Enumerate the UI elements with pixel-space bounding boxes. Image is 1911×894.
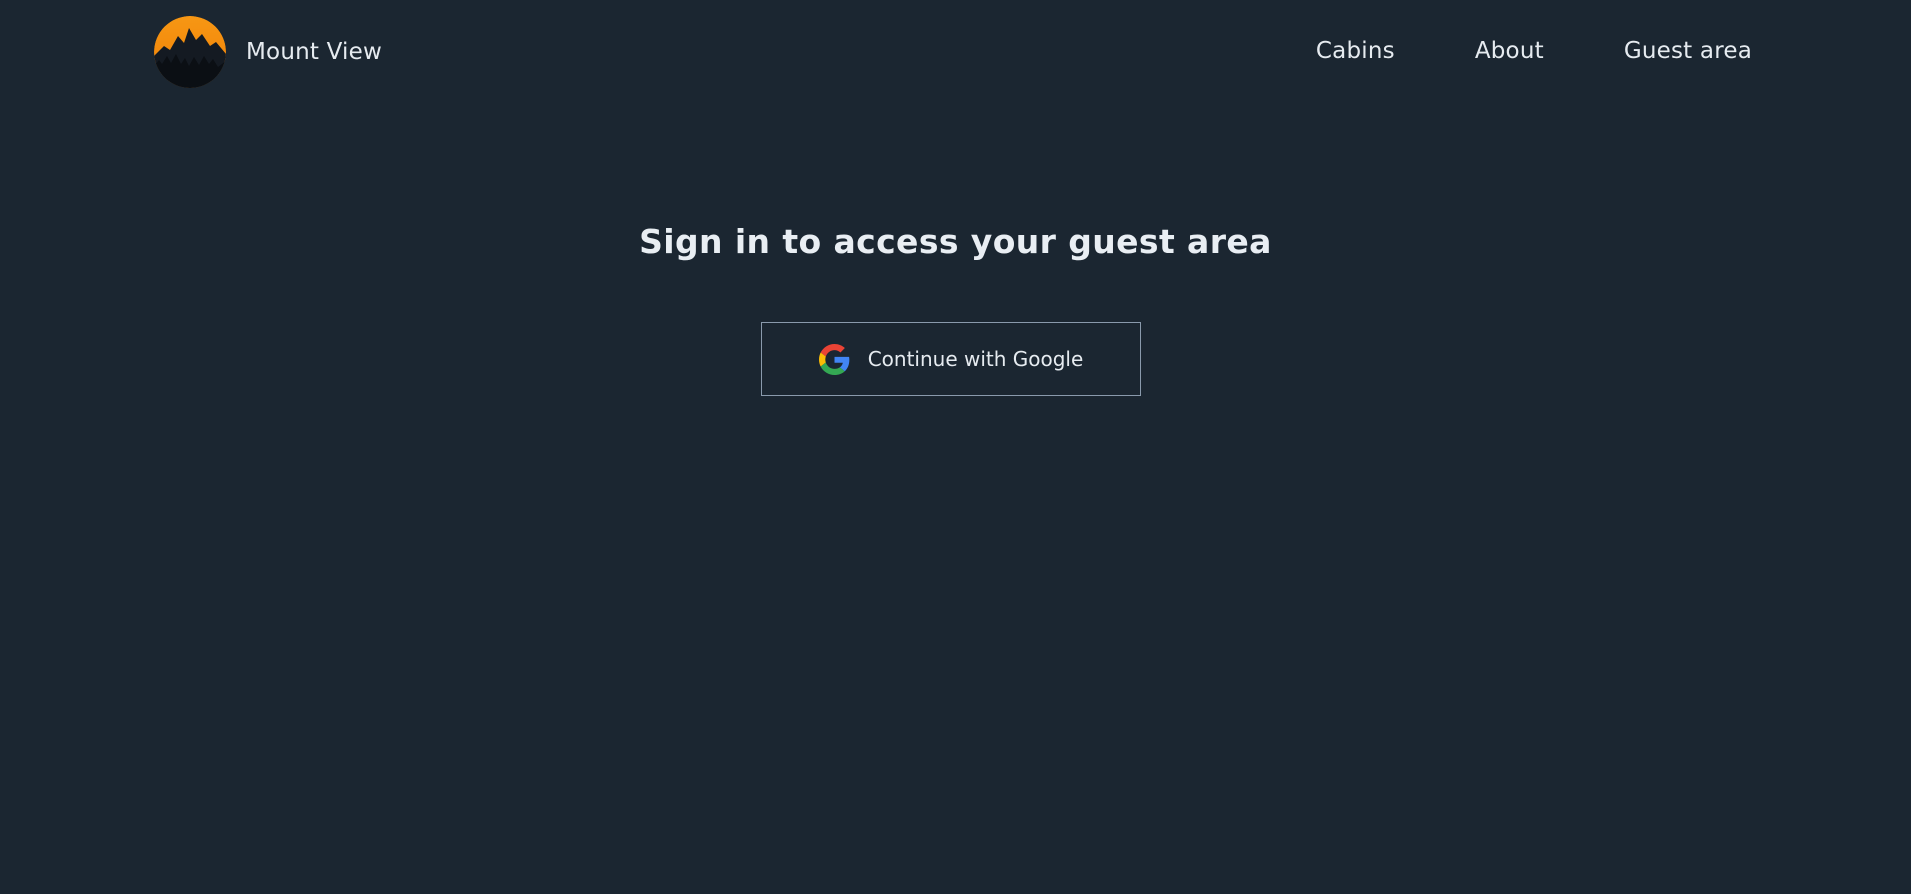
brand-link[interactable]: Mount View — [154, 16, 382, 88]
google-button-label: Continue with Google — [867, 347, 1084, 371]
brand-name: Mount View — [246, 39, 382, 65]
google-icon — [818, 343, 850, 375]
nav-link-about[interactable]: About — [1475, 36, 1544, 66]
main-nav: Cabins About Guest area — [1316, 36, 1752, 66]
page-title: Sign in to access your guest area — [639, 222, 1272, 261]
mountain-logo-icon — [154, 16, 226, 88]
site-header: Mount View Cabins About Guest area — [0, 0, 1911, 102]
nav-link-cabins[interactable]: Cabins — [1316, 36, 1395, 66]
nav-link-guest-area[interactable]: Guest area — [1624, 36, 1752, 66]
continue-with-google-button[interactable]: Continue with Google — [761, 322, 1141, 396]
